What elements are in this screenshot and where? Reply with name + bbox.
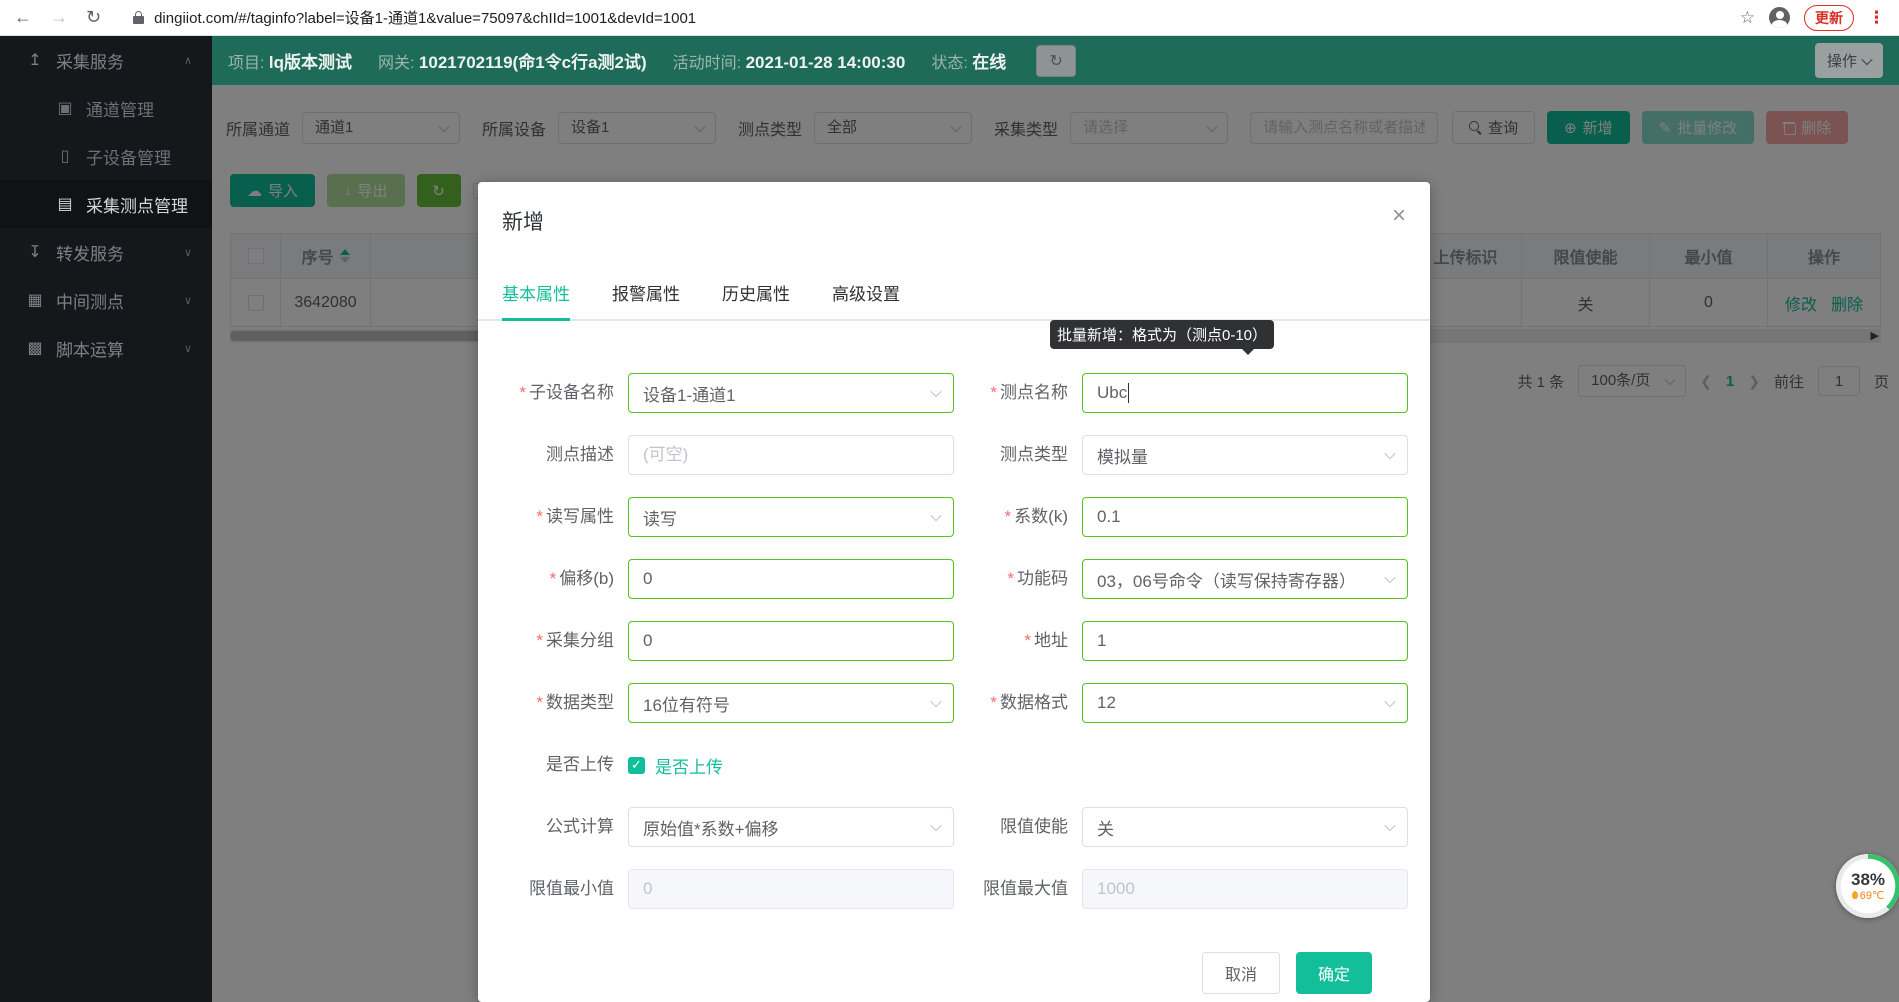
rw-attr-label: *读写属性 <box>500 507 628 527</box>
upload-checkbox-label[interactable]: 是否上传 <box>655 753 723 778</box>
sidebar-item-point-mgmt[interactable]: ▤ 采集测点管理 <box>0 180 212 228</box>
limit-max-input <box>1082 869 1408 909</box>
chevron-down-icon <box>930 696 941 707</box>
chevron-down-icon <box>1384 448 1395 459</box>
download-icon: ↧ <box>26 242 44 262</box>
upload-flag-label: 是否上传 <box>500 755 628 775</box>
data-type-select[interactable]: 16位有符号 <box>628 683 954 723</box>
status-label: 状态: <box>931 55 967 72</box>
browser-update-button[interactable]: 更新 <box>1804 5 1854 31</box>
status-value: 在线 <box>972 53 1006 72</box>
gateway-label: 网关: <box>378 55 414 72</box>
browser-toolbar: ← → ↻ dingiiot.com/#/taginfo?label=设备1-通… <box>0 0 1899 36</box>
address-label: *地址 <box>954 631 1082 651</box>
chevron-down-icon <box>1384 696 1395 707</box>
rw-attr-select[interactable]: 读写 <box>628 497 954 537</box>
active-time-value: 2021-01-28 14:00:30 <box>746 53 906 72</box>
function-code-select[interactable]: 03，06号命令（读写保持寄存器） <box>1082 559 1408 599</box>
script-icon: ▩ <box>26 338 44 358</box>
point-desc-label: 测点描述 <box>500 445 628 465</box>
point-desc-input[interactable] <box>628 435 954 475</box>
collect-group-label: *采集分组 <box>500 631 628 651</box>
point-name-label: *测点名称 <box>954 383 1082 403</box>
function-code-label: *功能码 <box>954 569 1082 589</box>
sidebar-item-collect-service[interactable]: ↥ 采集服务 ∧ <box>0 36 212 84</box>
forward-button[interactable]: → <box>50 7 68 28</box>
limit-min-input <box>628 869 954 909</box>
point-type-label: 测点类型 <box>954 445 1082 465</box>
subdevice-select[interactable]: 设备1-通道1 <box>628 373 954 413</box>
gateway-value: 1021702119(命1令c行a测2试) <box>419 53 647 72</box>
coefficient-input[interactable] <box>1082 497 1408 537</box>
device-icon: ▯ <box>56 146 74 166</box>
upload-icon: ↥ <box>26 50 44 70</box>
cancel-button[interactable]: 取消 <box>1202 952 1280 994</box>
limit-max-label: 限值最大值 <box>954 879 1082 899</box>
caret-up-icon: ∧ <box>184 54 192 67</box>
caret-down-icon: ∨ <box>184 246 192 259</box>
sidebar-item-subdevice-mgmt[interactable]: ▯ 子设备管理 <box>0 132 212 180</box>
limit-enable-select[interactable]: 关 <box>1082 807 1408 847</box>
chevron-down-icon <box>1861 53 1872 64</box>
document-icon: ▤ <box>56 194 74 214</box>
offset-label: *偏移(b) <box>500 569 628 589</box>
confirm-button[interactable]: 确定 <box>1296 952 1372 994</box>
tab-basic[interactable]: 基本属性 <box>502 280 570 319</box>
formula-label: 公式计算 <box>500 817 628 837</box>
project-label: 项目: <box>228 55 264 72</box>
offset-input[interactable] <box>628 559 954 599</box>
app-header: 项目: lq版本测试 网关: 1021702119(命1令c行a测2试) 活动时… <box>212 36 1899 85</box>
batch-add-tooltip: 批量新增：格式为（测点0-10） <box>1050 320 1274 349</box>
caret-down-icon: ∨ <box>184 342 192 355</box>
sidebar: ↥ 采集服务 ∧ ▣ 通道管理 ▯ 子设备管理 ▤ 采集测点管理 ↧ 转发服务 … <box>0 36 212 1002</box>
caret-down-icon: ∨ <box>184 294 192 307</box>
chevron-down-icon <box>930 820 941 831</box>
bookmark-star-icon[interactable]: ☆ <box>1740 8 1755 28</box>
limit-enable-label: 限值使能 <box>954 817 1082 837</box>
data-format-label: *数据格式 <box>954 693 1082 713</box>
url-bar[interactable]: dingiiot.com/#/taginfo?label=设备1-通道1&val… <box>154 7 1740 28</box>
address-input[interactable] <box>1082 621 1408 661</box>
formula-select[interactable]: 原始值*系数+偏移 <box>628 807 954 847</box>
header-actions-button[interactable]: 操作 <box>1815 43 1883 78</box>
grid-icon: ▦ <box>26 290 44 310</box>
dialog-tabs: 基本属性 报警属性 历史属性 高级设置 <box>478 280 1430 321</box>
tab-history[interactable]: 历史属性 <box>722 280 790 319</box>
collect-group-input[interactable] <box>628 621 954 661</box>
profile-avatar[interactable] <box>1769 7 1790 28</box>
header-refresh-button[interactable]: ↻ <box>1036 45 1076 77</box>
add-point-dialog: 新增 × 基本属性 报警属性 历史属性 高级设置 *子设备名称 设备1-通道1 … <box>478 182 1430 1002</box>
browser-menu-icon[interactable]: ⋮ <box>1868 8 1885 28</box>
chevron-down-icon <box>930 510 941 521</box>
reload-button[interactable]: ↻ <box>86 7 101 28</box>
tab-alarm[interactable]: 报警属性 <box>612 280 680 319</box>
sidebar-item-middle-points[interactable]: ▦ 中间测点 ∨ <box>0 276 212 324</box>
chevron-down-icon <box>930 386 941 397</box>
active-time-label: 活动时间: <box>673 55 741 72</box>
chevron-down-icon <box>1384 572 1395 583</box>
back-button[interactable]: ← <box>14 7 32 28</box>
dialog-title: 新增 <box>502 206 544 236</box>
upload-checkbox[interactable]: ✓ <box>628 757 645 774</box>
tab-advanced[interactable]: 高级设置 <box>832 280 900 319</box>
data-type-label: *数据类型 <box>500 693 628 713</box>
point-name-input[interactable]: Ubc <box>1082 373 1408 413</box>
limit-min-label: 限值最小值 <box>500 879 628 899</box>
progress-ring <box>1836 854 1899 918</box>
lock-icon <box>133 11 144 24</box>
subdevice-label: *子设备名称 <box>500 383 628 403</box>
text-cursor <box>1128 383 1129 403</box>
project-value: lq版本测试 <box>269 53 352 72</box>
close-icon[interactable]: × <box>1392 206 1406 236</box>
sidebar-item-channel-mgmt[interactable]: ▣ 通道管理 <box>0 84 212 132</box>
data-format-select[interactable]: 12 <box>1082 683 1408 723</box>
coefficient-label: *系数(k) <box>954 507 1082 527</box>
sidebar-item-forward-service[interactable]: ↧ 转发服务 ∨ <box>0 228 212 276</box>
sidebar-item-script[interactable]: ▩ 脚本运算 ∨ <box>0 324 212 372</box>
floating-stats-badge[interactable]: 38% 69℃ <box>1836 854 1899 918</box>
chevron-down-icon <box>1384 820 1395 831</box>
channel-icon: ▣ <box>56 98 74 118</box>
point-type-select[interactable]: 模拟量 <box>1082 435 1408 475</box>
